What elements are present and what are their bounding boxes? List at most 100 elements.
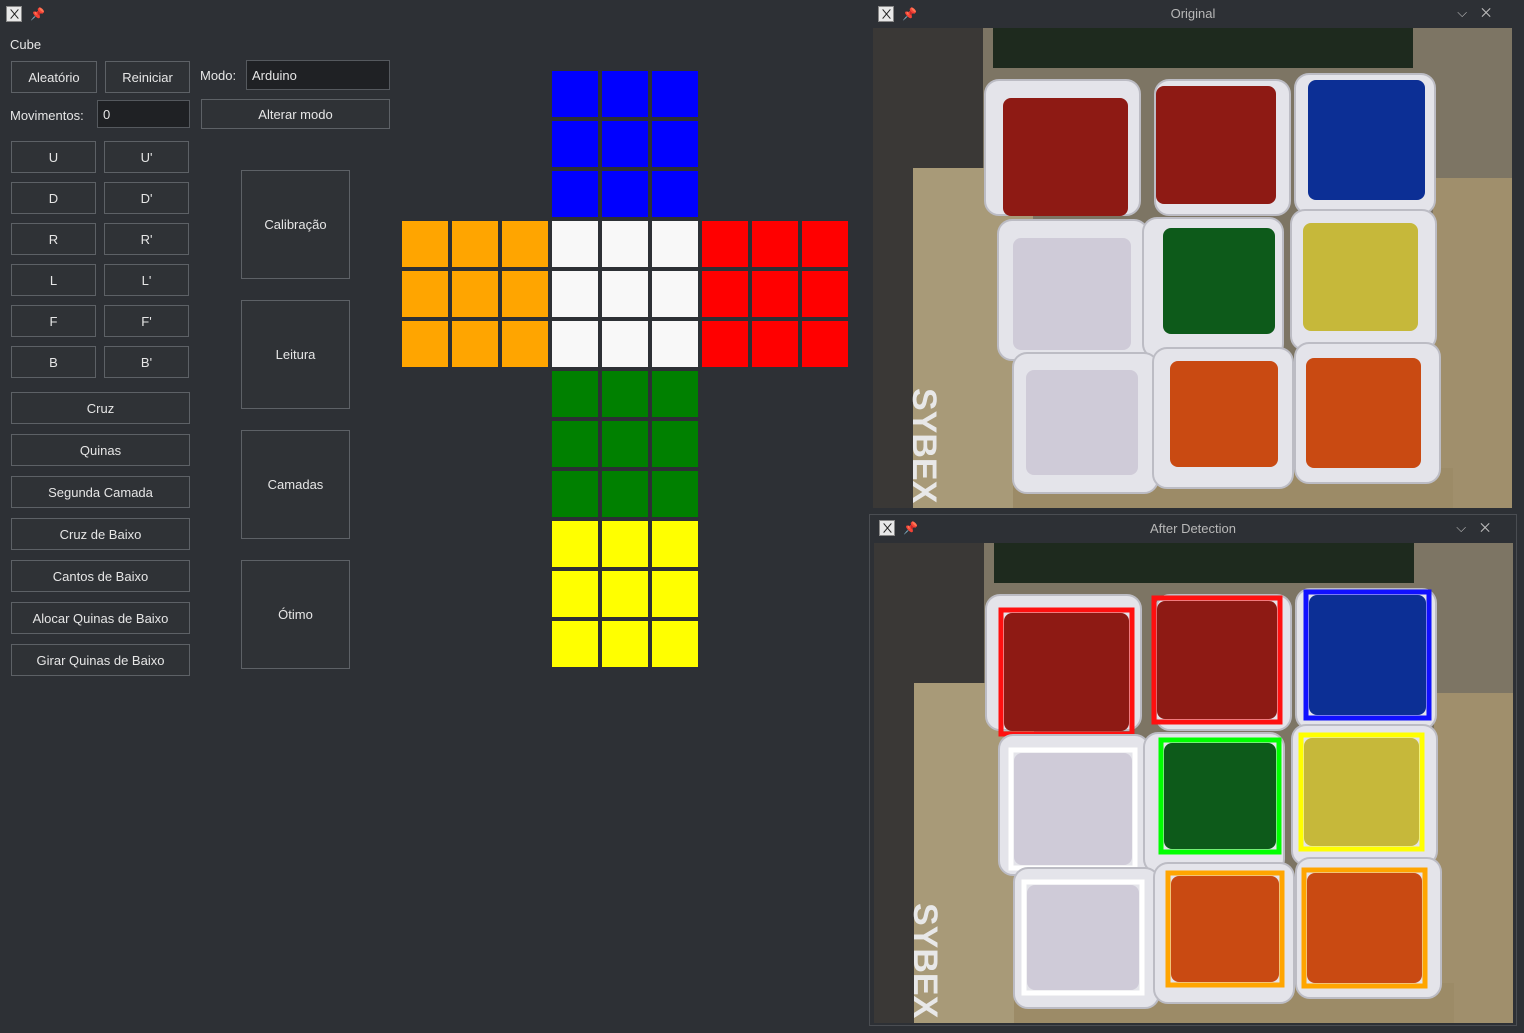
cube-sticker-back — [651, 570, 699, 618]
algorithm-button[interactable]: Segunda Camada — [11, 476, 190, 508]
sticker-face — [1004, 613, 1129, 731]
sticker-face — [1164, 743, 1276, 849]
cube-sticker-front — [551, 220, 599, 268]
pin-icon[interactable]: 📌 — [30, 7, 45, 21]
main-titlebar: 📌 — [6, 1, 45, 27]
window-controls[interactable]: ⌵✕ — [1456, 520, 1504, 536]
restart-button[interactable]: Reiniciar — [105, 61, 190, 93]
move-button-f-prime[interactable]: F' — [104, 305, 189, 337]
cube-sticker-down — [651, 470, 699, 518]
random-button[interactable]: Aleatório — [11, 61, 97, 93]
cube-sticker-down — [651, 370, 699, 418]
move-button-l-prime[interactable]: L' — [104, 264, 189, 296]
book-text: SYBEX — [906, 903, 944, 1019]
cube-sticker-front — [601, 270, 649, 318]
cube-sticker-left — [501, 270, 549, 318]
cube-sticker-down — [551, 470, 599, 518]
window-controls[interactable]: ⌵✕ — [1457, 5, 1505, 21]
move-button-r-prime[interactable]: R' — [104, 223, 189, 255]
cube-sticker-right — [751, 220, 799, 268]
cube-sticker-down — [601, 420, 649, 468]
side-button[interactable]: Leitura — [241, 300, 350, 409]
cube-sticker-up — [651, 170, 699, 218]
detection-window: 📌 After Detection ⌵✕ SYBEX — [869, 514, 1517, 1026]
cube-sticker-left — [451, 270, 499, 318]
cube-sticker-right — [751, 320, 799, 368]
original-window: 📌 Original ⌵✕ SYBEX — [869, 0, 1517, 512]
window-title: Cube — [10, 37, 42, 52]
sticker-face — [1156, 86, 1276, 204]
cube-sticker-up — [551, 70, 599, 118]
cube-sticker-back — [551, 570, 599, 618]
cube-sticker-back — [601, 620, 649, 668]
original-title: Original — [1170, 5, 1216, 21]
cube-sticker-front — [651, 220, 699, 268]
sticker-face — [1013, 238, 1131, 350]
move-button-d-prime[interactable]: D' — [104, 182, 189, 214]
move-button-d[interactable]: D — [11, 182, 96, 214]
sticker-face — [1171, 876, 1279, 982]
cube-sticker-down — [551, 420, 599, 468]
cube-sticker-back — [651, 620, 699, 668]
cube-sticker-up — [601, 170, 649, 218]
algorithm-button[interactable]: Quinas — [11, 434, 190, 466]
sticker-face — [1027, 885, 1139, 990]
cube-sticker-right — [701, 270, 749, 318]
sticker-face — [1157, 601, 1277, 719]
cube-sticker-down — [651, 420, 699, 468]
algorithm-button[interactable]: Cantos de Baixo — [11, 560, 190, 592]
app-icon — [6, 6, 22, 22]
original-camera-image: SYBEX — [873, 28, 1512, 508]
cube-sticker-right — [801, 220, 849, 268]
move-button-u-prime[interactable]: U' — [104, 141, 189, 173]
sticker-face — [1303, 223, 1418, 331]
moves-label: Movimentos: — [10, 108, 84, 123]
sticker-face — [1170, 361, 1278, 467]
moves-field[interactable]: 0 — [97, 100, 190, 128]
cube-sticker-left — [401, 220, 449, 268]
algorithm-button[interactable]: Cruz — [11, 392, 190, 424]
cube-sticker-front — [551, 270, 599, 318]
algorithm-button[interactable]: Girar Quinas de Baixo — [11, 644, 190, 676]
sticker-face — [1308, 80, 1425, 200]
cube-sticker-back — [651, 520, 699, 568]
move-button-l[interactable]: L — [11, 264, 96, 296]
algorithm-button[interactable]: Cruz de Baixo — [11, 518, 190, 550]
wooden-block — [1433, 178, 1512, 508]
cube-sticker-back — [551, 520, 599, 568]
cube-sticker-right — [701, 220, 749, 268]
move-button-b-prime[interactable]: B' — [104, 346, 189, 378]
move-button-b[interactable]: B — [11, 346, 96, 378]
side-button[interactable]: Ótimo — [241, 560, 350, 669]
cube-sticker-back — [551, 620, 599, 668]
cube-sticker-up — [651, 70, 699, 118]
algorithm-button[interactable]: Alocar Quinas de Baixo — [11, 602, 190, 634]
cube-sticker-left — [401, 270, 449, 318]
cube-sticker-left — [451, 320, 499, 368]
side-button[interactable]: Calibração — [241, 170, 350, 279]
cube-top — [993, 28, 1413, 68]
cube-sticker-front — [651, 320, 699, 368]
sticker-face — [1307, 873, 1422, 983]
cube-sticker-right — [751, 270, 799, 318]
cube-sticker-back — [601, 520, 649, 568]
book-text: SYBEX — [905, 388, 943, 504]
cube-sticker-down — [601, 370, 649, 418]
cube-sticker-left — [451, 220, 499, 268]
change-mode-button[interactable]: Alterar modo — [201, 99, 390, 129]
cube-sticker-down — [551, 370, 599, 418]
move-button-f[interactable]: F — [11, 305, 96, 337]
side-button[interactable]: Camadas — [241, 430, 350, 539]
camera-feed: SYBEX — [873, 28, 1512, 508]
sticker-face — [1003, 98, 1128, 216]
sticker-face — [1163, 228, 1275, 334]
mode-field[interactable]: Arduino — [246, 60, 390, 90]
cube-sticker-right — [801, 320, 849, 368]
cube-sticker-up — [551, 120, 599, 168]
move-button-r[interactable]: R — [11, 223, 96, 255]
cube-sticker-left — [401, 320, 449, 368]
move-button-u[interactable]: U — [11, 141, 96, 173]
cube-sticker-right — [701, 320, 749, 368]
cube-sticker-front — [551, 320, 599, 368]
cube-sticker-up — [651, 120, 699, 168]
